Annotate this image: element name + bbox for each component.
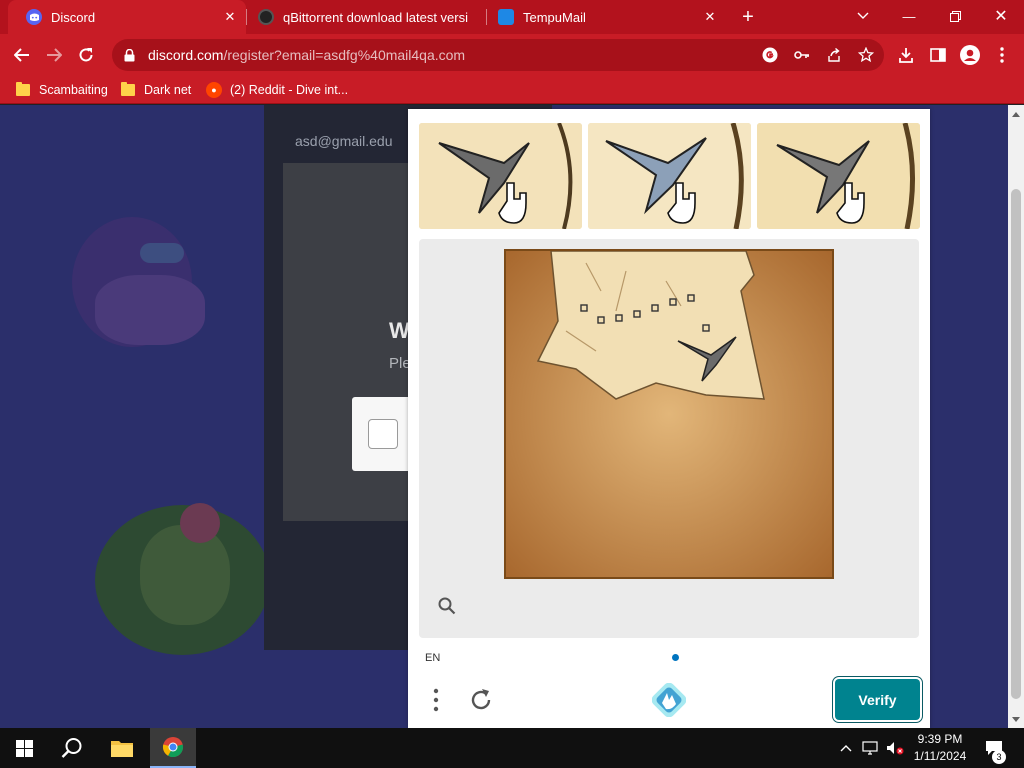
close-tab-icon[interactable]: ✕ (220, 7, 240, 27)
back-button[interactable] (8, 41, 36, 69)
example-image-2 (588, 123, 751, 229)
example-image-1 (419, 123, 582, 229)
tab-strip: Discord ✕ qBittorrent download latest ve… (0, 0, 1024, 34)
clock-time: 9:39 PM (917, 732, 963, 746)
language-selector[interactable]: EN (425, 652, 440, 664)
clock-date: 1/11/2024 (913, 749, 967, 763)
forward-button[interactable] (40, 41, 68, 69)
tab-title: TempuMail (523, 9, 586, 25)
browser-toolbar: discord.com/register?email=asdfg%40mail4… (0, 34, 1024, 76)
file-explorer-icon[interactable] (102, 728, 142, 768)
hcaptcha-challenge: EN Verify (408, 109, 930, 728)
bookmark-label: (2) Reddit - Dive int... (230, 83, 349, 97)
modal-heading: W (389, 318, 410, 343)
tab-discord[interactable]: Discord ✕ (8, 0, 246, 34)
volume-muted-icon[interactable] (884, 728, 906, 768)
illustration-body (95, 275, 205, 345)
url-host: discord.com (148, 47, 224, 63)
restore-button[interactable] (932, 0, 978, 32)
tab-title: qBittorrent download latest versi (283, 9, 468, 25)
qbittorrent-icon (258, 9, 274, 25)
illustration-bubble (140, 243, 184, 263)
hcaptcha-logo-icon[interactable] (651, 682, 687, 718)
notification-count-badge: 3 (992, 750, 1006, 764)
chrome-taskbar-icon[interactable] (150, 728, 196, 768)
chrome-menu-icon[interactable] (992, 45, 1012, 65)
scrollbar-thumb[interactable] (1011, 189, 1021, 699)
windows-start-icon[interactable] (4, 728, 44, 768)
challenge-image[interactable] (504, 249, 834, 579)
profile-avatar-icon[interactable] (960, 45, 980, 65)
lock-icon[interactable] (124, 48, 136, 62)
url-text: discord.com/register?email=asdfg%40mail4… (148, 47, 465, 63)
zoom-icon[interactable] (438, 597, 456, 615)
download-icon[interactable] (896, 45, 916, 65)
tab-qbittorrent[interactable]: qBittorrent download latest versi (248, 0, 483, 34)
tab-title: Discord (51, 9, 96, 25)
bookmark-label: Scambaiting (39, 83, 108, 97)
google-translate-icon[interactable] (760, 45, 780, 65)
tray-expand-icon[interactable] (836, 728, 856, 768)
refresh-icon[interactable] (468, 687, 494, 713)
key-icon[interactable] (792, 45, 812, 65)
challenge-progress-dot (672, 654, 679, 661)
close-window-button[interactable]: ✕ (978, 0, 1024, 32)
illustration-head (180, 503, 220, 543)
email-field-value: asd@gmail.edu (295, 133, 393, 149)
discord-icon (26, 9, 42, 25)
challenge-panel (419, 239, 919, 638)
windows-taskbar: 9:39 PM 1/11/2024 3 (0, 728, 1024, 768)
reload-button[interactable] (72, 41, 100, 69)
page-scrollbar[interactable] (1008, 105, 1024, 728)
bookmark-scambaiting[interactable]: Scambaiting (16, 81, 108, 99)
example-image-3 (757, 123, 920, 229)
close-tab-icon[interactable]: ✕ (700, 7, 720, 27)
url-path: /register?email=asdfg%40mail4qa.com (223, 47, 466, 63)
bookmarks-bar: Scambaiting Dark net ● (2) Reddit - Dive… (0, 76, 1024, 104)
tab-separator (246, 9, 247, 25)
menu-icon[interactable] (429, 687, 443, 713)
minimize-button[interactable]: — (886, 0, 932, 32)
bookmark-star-icon[interactable] (856, 45, 876, 65)
system-clock[interactable]: 9:39 PM 1/11/2024 (910, 731, 970, 765)
bookmark-reddit[interactable]: ● (2) Reddit - Dive int... (206, 81, 348, 99)
tempumail-icon (498, 9, 514, 25)
folder-icon (121, 82, 135, 96)
tab-separator (486, 9, 487, 25)
network-icon[interactable] (860, 728, 880, 768)
folder-icon (16, 82, 30, 96)
bookmark-dark-net[interactable]: Dark net (121, 81, 191, 99)
illustration-creature (140, 525, 230, 625)
search-icon[interactable] (52, 728, 92, 768)
reddit-icon: ● (206, 82, 222, 98)
new-tab-button[interactable]: + (736, 5, 760, 29)
captcha-checkbox[interactable] (368, 419, 398, 449)
tab-tempumail[interactable]: TempuMail ✕ (488, 0, 726, 34)
side-panel-icon[interactable] (928, 45, 948, 65)
address-bar[interactable]: discord.com/register?email=asdfg%40mail4… (112, 39, 884, 71)
tab-search-icon[interactable] (840, 0, 886, 32)
verify-button[interactable]: Verify (835, 679, 920, 720)
share-icon[interactable] (824, 45, 844, 65)
bookmark-label: Dark net (144, 83, 192, 97)
